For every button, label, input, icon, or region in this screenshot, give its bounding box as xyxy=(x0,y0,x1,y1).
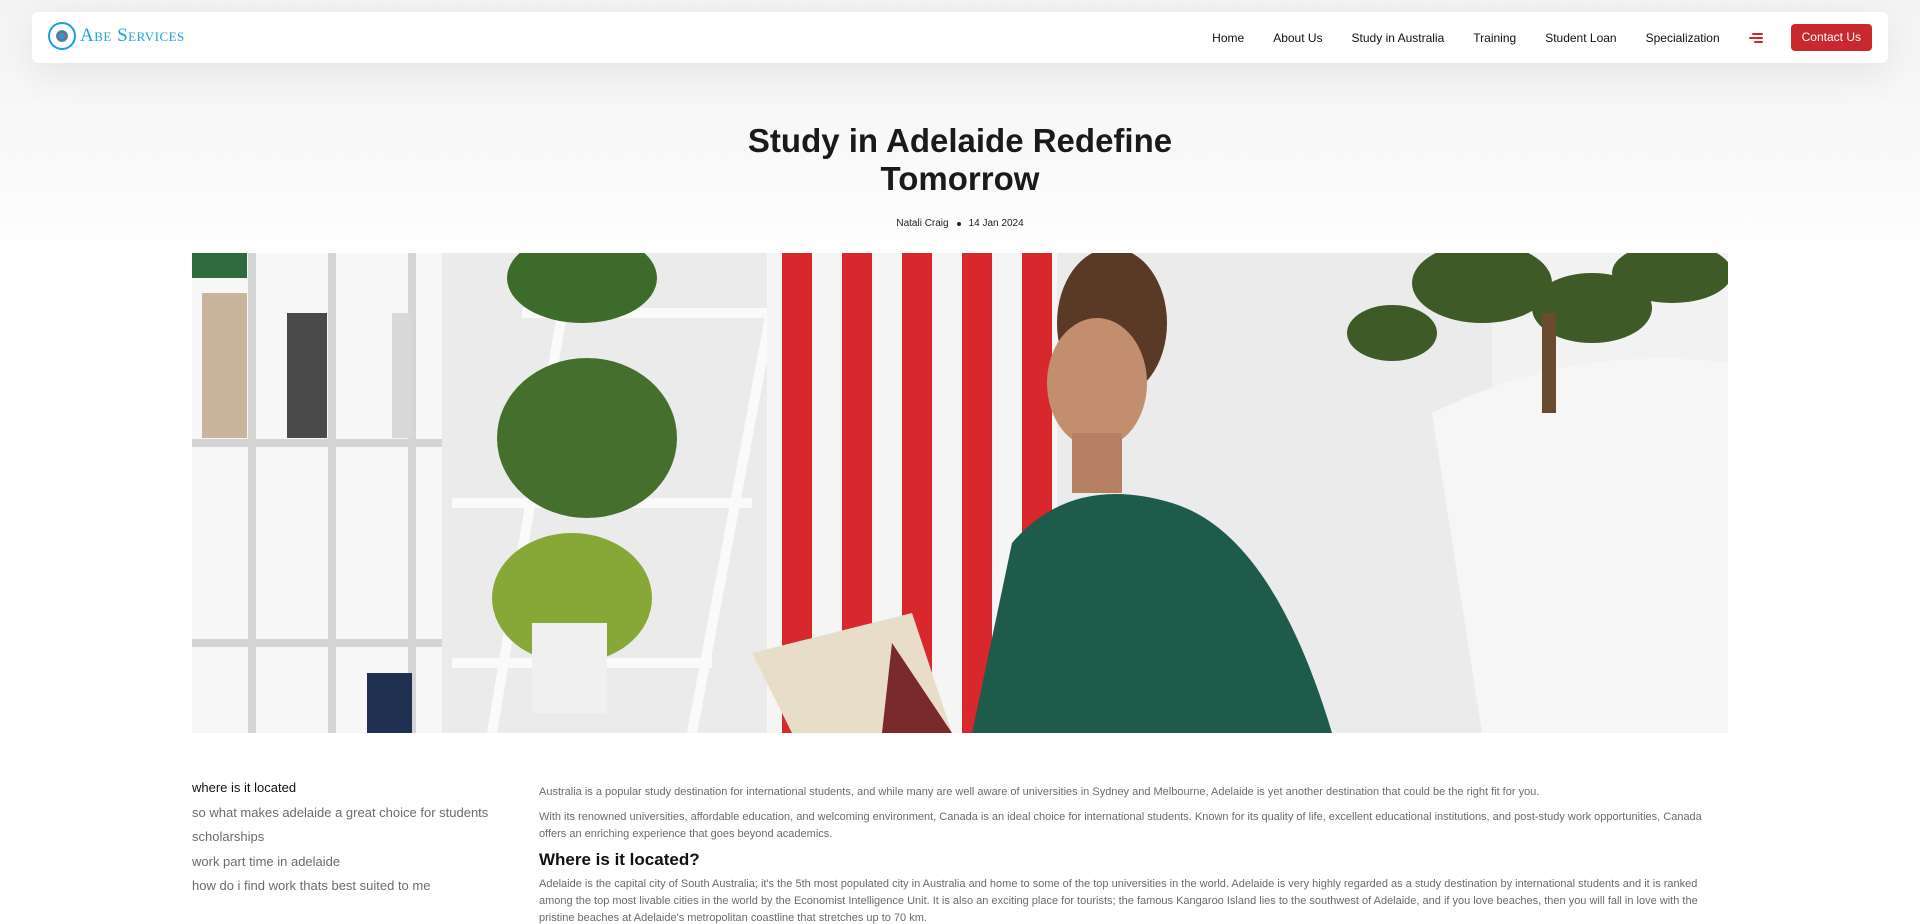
page-title: Study in Adelaide Redefine Tomorrow xyxy=(0,122,1920,198)
toc-item-location[interactable]: where is it located xyxy=(192,780,512,796)
brand-name: Abe Services xyxy=(80,25,185,46)
article-paragraph-intro: Australia is a popular study destination… xyxy=(539,786,1540,798)
article-heading-location: Where is it located? xyxy=(539,850,700,869)
toc-item-why-adelaide[interactable]: so what makes adelaide a great choice fo… xyxy=(192,805,512,821)
toc-item-scholarships[interactable]: scholarships xyxy=(192,829,512,845)
nav-link-training[interactable]: Training xyxy=(1473,26,1516,50)
nav-link-student-loan[interactable]: Student Loan xyxy=(1545,26,1616,50)
main-nav: Home About Us Study in Australia Trainin… xyxy=(1212,24,1872,51)
toc-item-finding-work[interactable]: how do i find work thats best suited to … xyxy=(192,878,512,894)
toc-item-part-time-work[interactable]: work part time in adelaide xyxy=(192,854,512,870)
article-paragraph-canada: With its renowned universities, affordab… xyxy=(539,811,1702,840)
nav-link-study-in-australia[interactable]: Study in Australia xyxy=(1352,26,1445,50)
site-navbar: Abe Services Home About Us Study in Aust… xyxy=(32,12,1888,63)
logo-emblem-icon xyxy=(48,22,76,50)
post-date: 14 Jan 2024 xyxy=(968,218,1024,229)
page-title-line-1: Study in Adelaide Redefine xyxy=(747,122,1173,159)
article-paragraph-location: Adelaide is the capital city of South Au… xyxy=(539,878,1698,924)
nav-link-specialization[interactable]: Specialization xyxy=(1646,26,1720,50)
table-of-contents: where is it located so what makes adelai… xyxy=(192,780,512,903)
nav-link-about-us[interactable]: About Us xyxy=(1273,26,1322,50)
post-author: Natali Craig xyxy=(896,218,949,229)
nav-link-home[interactable]: Home xyxy=(1212,26,1244,50)
contact-us-button[interactable]: Contact Us xyxy=(1790,24,1872,51)
hamburger-menu-icon[interactable] xyxy=(1748,32,1763,44)
page-title-line-2: Tomorrow xyxy=(880,160,1040,197)
article-body: Australia is a popular study destination… xyxy=(539,784,1729,924)
post-meta: Natali Craig 14 Jan 2024 xyxy=(0,218,1920,229)
hero-illustration xyxy=(192,253,1728,733)
hero-image xyxy=(192,253,1728,733)
meta-separator-dot xyxy=(956,221,961,226)
brand-logo[interactable]: Abe Services xyxy=(48,22,185,50)
